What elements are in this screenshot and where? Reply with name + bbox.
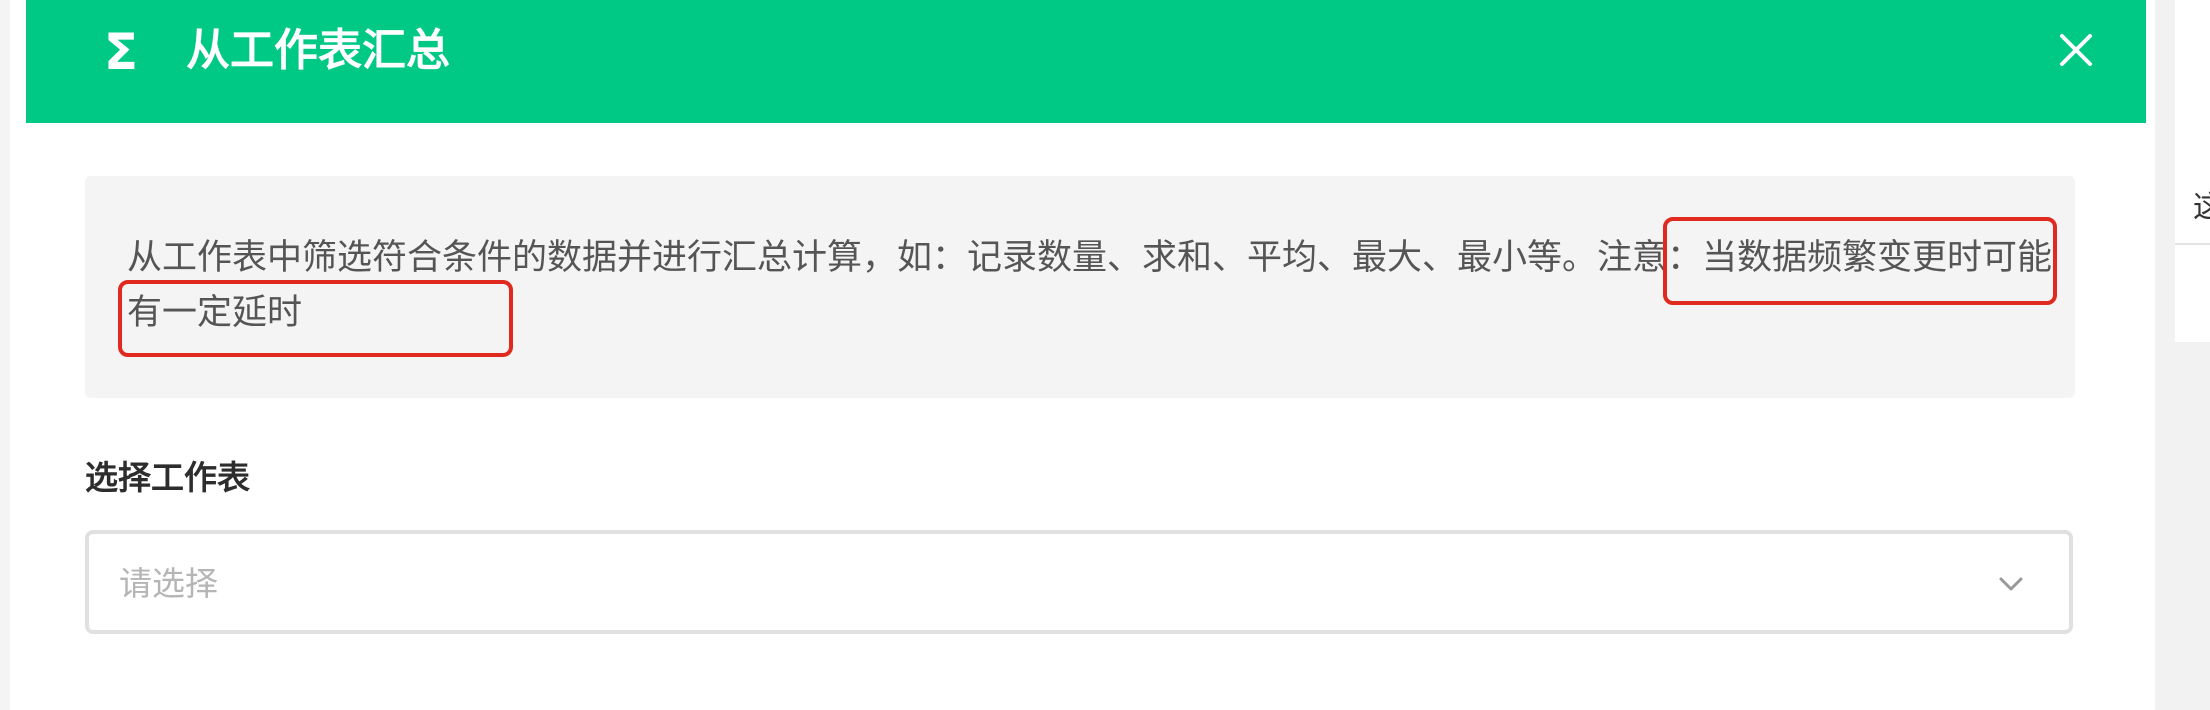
close-button[interactable] — [2046, 20, 2106, 80]
worksheet-select-label: 选择工作表 — [85, 458, 250, 497]
chevron-down-icon — [1993, 566, 2029, 602]
dialog-title: 从工作表汇总 — [186, 25, 450, 76]
highlight-box — [118, 280, 513, 357]
worksheet-select[interactable]: 请选择 — [85, 530, 2073, 634]
dialog-header: Σ 从工作表汇总 — [26, 0, 2146, 123]
right-panel-divider — [2175, 243, 2210, 245]
close-icon — [2060, 34, 2092, 66]
right-panel-card — [2175, 0, 2210, 342]
worksheet-select-placeholder: 请选择 — [119, 564, 218, 603]
highlight-box — [1663, 217, 2057, 305]
right-panel-text: 这 — [2193, 190, 2210, 225]
left-gutter — [0, 0, 10, 710]
summary-dialog: Σ 从工作表汇总 从工作表中筛选符合条件的数据并进行汇总计算，如：记录数量、求和… — [10, 0, 2155, 710]
sigma-icon: Σ — [103, 23, 139, 81]
